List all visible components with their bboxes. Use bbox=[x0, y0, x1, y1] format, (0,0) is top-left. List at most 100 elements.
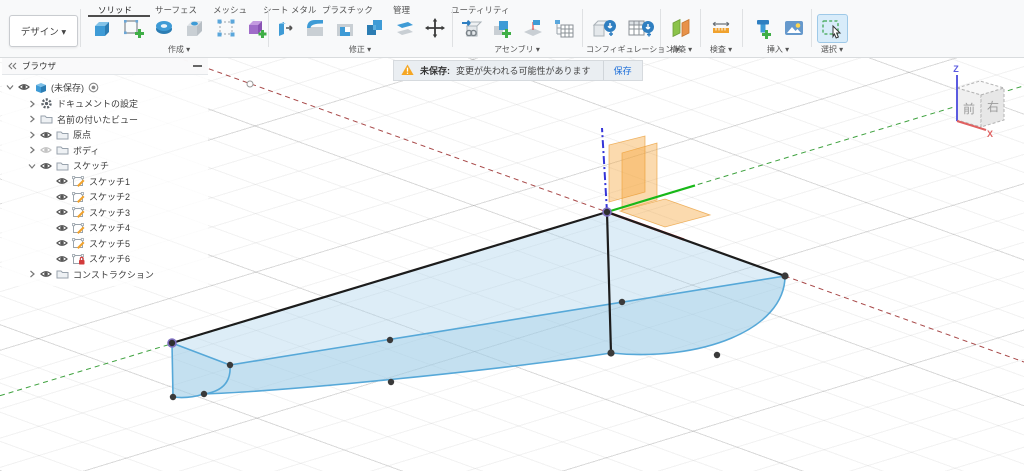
browser-row-label[interactable]: スケッチ bbox=[73, 159, 109, 172]
insert-derive-icon[interactable] bbox=[457, 14, 485, 42]
minimize-panel-icon[interactable] bbox=[193, 65, 202, 67]
group-label-assemble[interactable]: アセンブリ ▾ bbox=[456, 44, 578, 55]
browser-row-label[interactable]: スケッチ2 bbox=[89, 190, 130, 203]
group-label-create[interactable]: 作成 ▾ bbox=[84, 44, 274, 55]
browser-row-sketch1[interactable]: スケッチ1 bbox=[2, 174, 208, 190]
configuration-table-icon[interactable] bbox=[625, 14, 658, 42]
viewcube[interactable]: 前 右 Z X bbox=[953, 64, 1006, 139]
offset-face-icon[interactable] bbox=[391, 14, 418, 42]
sketch-edge[interactable] bbox=[171, 342, 174, 398]
browser-row-label[interactable]: 名前の付いたビュー bbox=[57, 113, 138, 126]
extrude-icon[interactable] bbox=[88, 14, 116, 42]
joint-icon[interactable] bbox=[519, 14, 547, 42]
visibility-eye-icon[interactable] bbox=[40, 269, 52, 279]
viewcube-front-label[interactable]: 前 bbox=[963, 101, 975, 116]
component-list-icon[interactable] bbox=[550, 14, 578, 42]
hole-icon[interactable] bbox=[181, 14, 209, 42]
browser-row-label[interactable]: コンストラクション bbox=[73, 268, 154, 281]
measure-icon[interactable] bbox=[707, 14, 735, 42]
sketch-point[interactable] bbox=[781, 272, 789, 280]
browser-row-sketch6[interactable]: スケッチ6 bbox=[2, 251, 208, 267]
chevron-right-icon[interactable] bbox=[28, 146, 36, 154]
browser-row-label[interactable]: スケッチ5 bbox=[89, 237, 130, 250]
group-label-inspect[interactable]: 検査 ▾ bbox=[704, 44, 738, 55]
browser-row-label[interactable]: (未保存) bbox=[51, 81, 84, 94]
sketch-point[interactable] bbox=[200, 390, 208, 398]
group-label-insert[interactable]: 挿入 ▾ bbox=[746, 44, 810, 55]
visibility-eye-icon[interactable] bbox=[40, 161, 52, 171]
chevron-right-icon[interactable] bbox=[28, 100, 36, 108]
revolve-icon[interactable] bbox=[150, 14, 178, 42]
visibility-eye-icon[interactable] bbox=[56, 207, 68, 217]
visibility-eye-icon[interactable] bbox=[56, 192, 68, 202]
browser-row-sketch5[interactable]: スケッチ5 bbox=[2, 236, 208, 252]
visibility-eye-icon[interactable] bbox=[18, 82, 30, 92]
browser-row-label[interactable]: ボディ bbox=[73, 144, 99, 157]
visibility-eye-icon[interactable] bbox=[40, 130, 52, 140]
browser-row-document[interactable]: (未保存) bbox=[2, 78, 208, 96]
fillet-icon[interactable] bbox=[302, 14, 329, 42]
sketch-icon bbox=[72, 237, 85, 250]
create-form-icon[interactable] bbox=[243, 14, 271, 42]
chevron-right-icon[interactable] bbox=[28, 270, 36, 278]
construction-plane-icon[interactable] bbox=[667, 14, 695, 42]
shell-icon[interactable] bbox=[332, 14, 359, 42]
save-button[interactable]: 保存 bbox=[602, 61, 642, 80]
press-pull-icon[interactable] bbox=[272, 14, 299, 42]
canvas-icon[interactable] bbox=[780, 14, 808, 42]
group-label-select[interactable]: 選択 ▾ bbox=[814, 44, 850, 55]
visibility-eye-icon[interactable] bbox=[56, 223, 68, 233]
chevron-right-icon[interactable] bbox=[28, 131, 36, 139]
sketch-point[interactable] bbox=[169, 393, 177, 401]
create-sketch-icon[interactable] bbox=[119, 14, 147, 42]
combine-icon[interactable] bbox=[362, 14, 389, 42]
sketch-origin-point[interactable] bbox=[167, 338, 177, 348]
viewcube-right-label[interactable]: 右 bbox=[987, 99, 999, 114]
browser-row-bodies[interactable]: ボディ bbox=[2, 143, 208, 159]
insert-part-icon[interactable] bbox=[749, 14, 777, 42]
group-label-configuration[interactable]: コンフィギュレーション ▾ bbox=[586, 44, 680, 55]
browser-row-construction[interactable]: コンストラクション bbox=[2, 267, 208, 283]
axis-point-marker[interactable] bbox=[246, 80, 254, 88]
browser-tree: (未保存) ドキュメントの設定 名前の付いたビュー 原点 ボディ スケッチ スケ… bbox=[2, 75, 208, 286]
edit-form-icon[interactable] bbox=[212, 14, 240, 42]
browser-row-label[interactable]: スケッチ1 bbox=[89, 175, 130, 188]
browser-row-label[interactable]: スケッチ4 bbox=[89, 221, 130, 234]
sketch-point[interactable] bbox=[618, 298, 626, 306]
browser-row-sketch4[interactable]: スケッチ4 bbox=[2, 220, 208, 236]
browser-row-sketches-folder[interactable]: スケッチ bbox=[2, 158, 208, 174]
origin-point[interactable] bbox=[602, 207, 612, 217]
group-label-modify[interactable]: 修正 ▾ bbox=[272, 44, 448, 55]
visibility-eye-icon[interactable] bbox=[56, 238, 68, 248]
browser-row-label[interactable]: ドキュメントの設定 bbox=[57, 97, 138, 110]
sketch-point[interactable] bbox=[607, 349, 615, 357]
select-icon[interactable] bbox=[816, 14, 848, 43]
browser-row-sketch2[interactable]: スケッチ2 bbox=[2, 189, 208, 205]
browser-row-label[interactable]: 原点 bbox=[73, 128, 91, 141]
sketch-point[interactable] bbox=[226, 361, 234, 369]
ribbon-group-modify: 修正 ▾ bbox=[272, 14, 448, 54]
browser-row-document-settings[interactable]: ドキュメントの設定 bbox=[2, 96, 208, 112]
sketch-point[interactable] bbox=[386, 336, 394, 344]
chevron-right-icon[interactable] bbox=[28, 115, 36, 123]
new-component-icon[interactable] bbox=[488, 14, 516, 42]
browser-row-label[interactable]: スケッチ3 bbox=[89, 206, 130, 219]
sketch-point[interactable] bbox=[387, 378, 395, 386]
chevron-down-icon[interactable] bbox=[6, 83, 14, 91]
sketch-point[interactable] bbox=[713, 351, 721, 359]
visibility-eye-off-icon[interactable] bbox=[40, 145, 52, 155]
visibility-eye-icon[interactable] bbox=[56, 176, 68, 186]
construction-plane-front[interactable] bbox=[608, 135, 646, 203]
visibility-eye-icon[interactable] bbox=[56, 254, 68, 264]
workspace-selector[interactable]: デザイン ▾ bbox=[9, 15, 78, 47]
browser-row-named-views[interactable]: 名前の付いたビュー bbox=[2, 112, 208, 128]
chevron-down-icon[interactable] bbox=[28, 162, 36, 170]
activate-component-icon[interactable] bbox=[88, 82, 99, 93]
move-copy-icon[interactable] bbox=[421, 14, 448, 42]
collapse-panel-icon[interactable] bbox=[8, 57, 17, 75]
configure-icon[interactable] bbox=[589, 14, 622, 42]
group-label-construct[interactable]: 構築 ▾ bbox=[664, 44, 698, 55]
browser-row-sketch3[interactable]: スケッチ3 bbox=[2, 205, 208, 221]
browser-row-origin[interactable]: 原点 bbox=[2, 127, 208, 143]
browser-row-label[interactable]: スケッチ6 bbox=[89, 252, 130, 265]
